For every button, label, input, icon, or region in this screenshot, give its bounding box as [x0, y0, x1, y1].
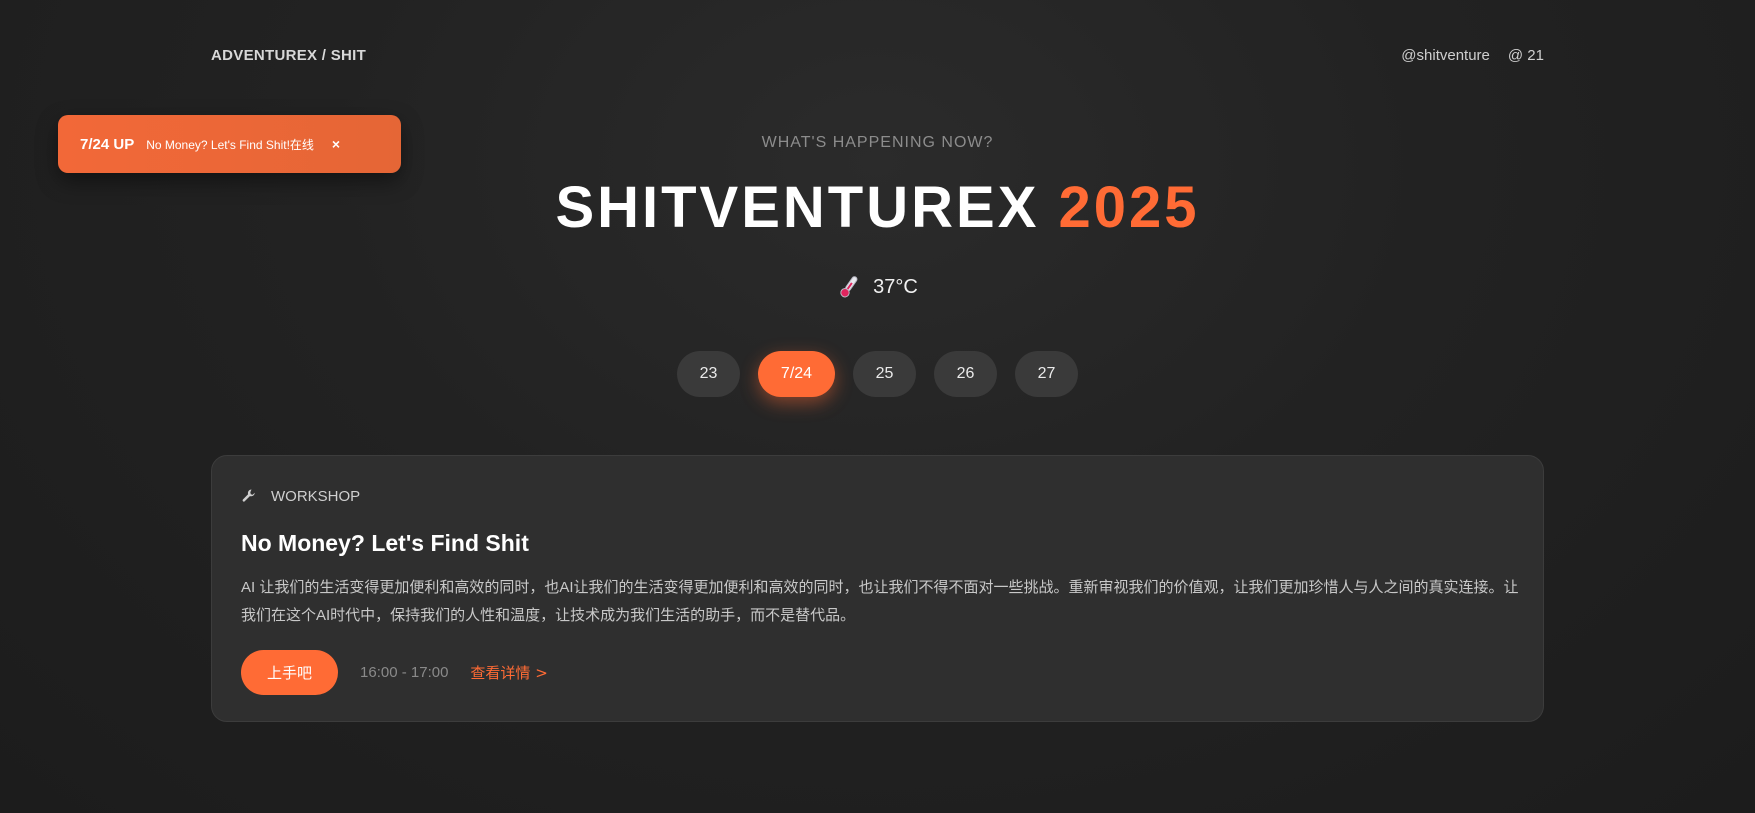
brand-breadcrumb[interactable]: ADVENTUREX / SHIT — [211, 47, 366, 64]
user-links: @shitventure @ 21 — [1401, 47, 1544, 64]
wrench-icon — [241, 488, 257, 504]
date-selector: 23 7/24 25 26 27 — [0, 351, 1755, 397]
top-bar: ADVENTUREX / SHIT @shitventure @ 21 — [211, 44, 1544, 66]
event-actions: 上手吧 16:00 - 17:00 查看详情 > — [241, 650, 1514, 695]
page-title: SHITVENTUREX 2025 — [0, 176, 1755, 240]
weather-indicator: 37°C — [0, 274, 1755, 300]
view-details-link[interactable]: 查看详情 > — [470, 662, 547, 683]
temperature-value: 37°C — [873, 275, 918, 298]
join-button[interactable]: 上手吧 — [241, 650, 339, 695]
date-pill[interactable]: 26 — [934, 351, 997, 397]
hero-eyebrow: WHAT'S HAPPENING NOW? — [761, 134, 994, 151]
date-pill[interactable]: 23 — [677, 351, 740, 397]
mention-count-link[interactable]: @ 21 — [1508, 47, 1544, 64]
page-title-year: 2025 — [1058, 175, 1200, 240]
date-pill-active[interactable]: 7/24 — [758, 351, 835, 397]
event-category: WORKSHOP — [241, 486, 1514, 506]
user-handle-link[interactable]: @shitventure — [1401, 47, 1490, 64]
event-title: No Money? Let's Find Shit — [241, 530, 529, 556]
thermometer-icon — [837, 274, 861, 300]
event-category-label: WORKSHOP — [271, 487, 361, 505]
event-description: AI 让我们的生活变得更加便利和高效的同时，也AI让我们的生活变得更加便利和高效… — [241, 579, 1519, 624]
page-title-main: SHITVENTUREX — [555, 175, 1040, 240]
date-pill[interactable]: 27 — [1015, 351, 1078, 397]
event-card: WORKSHOP No Money? Let's Find Shit AI 让我… — [211, 455, 1544, 722]
event-time: 16:00 - 17:00 — [360, 664, 449, 681]
date-pill[interactable]: 25 — [853, 351, 916, 397]
